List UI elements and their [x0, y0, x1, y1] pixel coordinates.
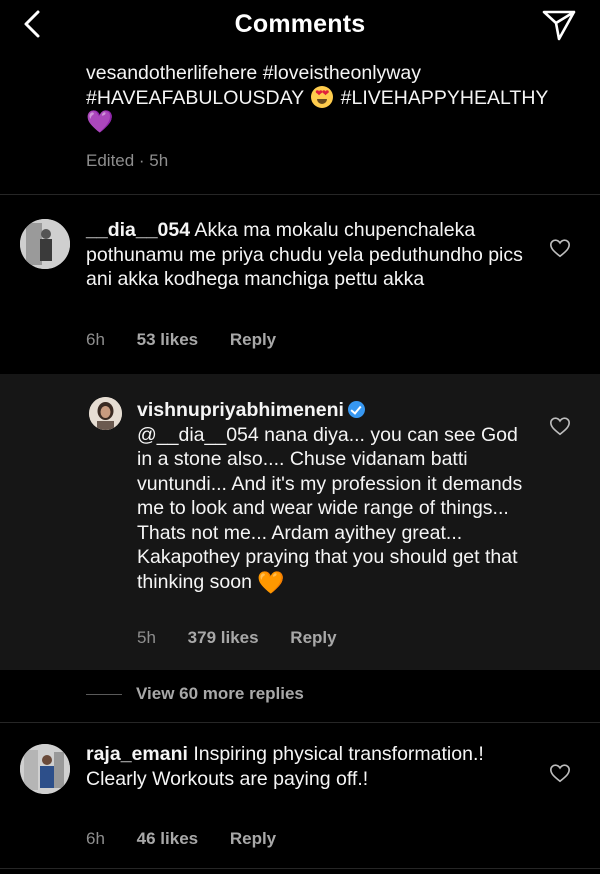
- like-heart-icon[interactable]: [549, 762, 571, 784]
- avatar-vishnupriyabhimeneni[interactable]: [89, 397, 122, 430]
- comment-body: raja_emani Inspiring physical transforma…: [86, 742, 526, 791]
- reply-button[interactable]: Reply: [230, 330, 276, 349]
- like-heart-icon[interactable]: [549, 415, 571, 437]
- avatar-dia-054[interactable]: [20, 219, 70, 269]
- comment-time: 6h: [86, 829, 105, 848]
- like-heart-icon[interactable]: [549, 237, 571, 259]
- likes-count[interactable]: 53 likes: [137, 330, 198, 349]
- likes-count[interactable]: 379 likes: [188, 628, 259, 647]
- caption-line-2: #HAVEAFABULOUSDAY #LIVEHAPPYHEALTHY: [86, 85, 586, 111]
- reply-text: nana diya... you can see God in a stone …: [137, 423, 523, 593]
- caption-line-1: vesandotherlifehere #loveistheonlyway: [86, 62, 421, 84]
- divider: [0, 194, 600, 195]
- reply-username[interactable]: vishnupriyabhimeneni: [137, 399, 344, 421]
- replies-dash: [86, 694, 122, 696]
- orange-heart-emoji: 🧡: [257, 569, 285, 595]
- send-icon[interactable]: [540, 6, 578, 42]
- hashtag-livehappyhealthy[interactable]: #LIVEHAPPYHEALTHY: [335, 87, 549, 109]
- mention-link[interactable]: @__dia__054: [137, 424, 259, 446]
- purple-heart-emoji: 💜: [86, 109, 114, 134]
- avatar-image: [20, 219, 70, 269]
- post-caption: vesandotherlifehere #loveistheonlyway #H…: [86, 61, 586, 136]
- divider: [0, 868, 600, 869]
- reply-time: 5h: [137, 628, 156, 647]
- comment-time: 6h: [86, 330, 105, 349]
- caption-line-3: 💜: [86, 109, 586, 136]
- page-title: Comments: [234, 10, 366, 38]
- divider: [0, 722, 600, 723]
- reply-body: vishnupriyabhimeneni @__dia__054 nana di…: [137, 398, 527, 595]
- view-more-label: View 60 more replies: [136, 684, 304, 703]
- hashtag-haveafabulousday[interactable]: #HAVEAFABULOUSDAY: [86, 87, 304, 109]
- verified-badge-icon: [347, 401, 365, 418]
- view-more-replies[interactable]: View 60 more replies: [86, 684, 304, 704]
- comment-username[interactable]: __dia__054: [86, 219, 190, 241]
- caption-edited-time: Edited · 5h: [86, 151, 169, 170]
- avatar-image: [20, 744, 70, 794]
- reply-meta: 5h 379 likes Reply: [137, 628, 364, 648]
- likes-count[interactable]: 46 likes: [137, 829, 198, 848]
- avatar-image: [89, 397, 122, 430]
- comment-username[interactable]: raja_emani: [86, 743, 188, 765]
- reply-button[interactable]: Reply: [230, 829, 276, 848]
- comment-meta: 6h 46 likes Reply: [86, 829, 303, 849]
- avatar-raja-emani[interactable]: [20, 744, 70, 794]
- header: Comments: [0, 0, 600, 52]
- heart-eyes-emoji-icon: [311, 85, 334, 108]
- reply-button[interactable]: Reply: [290, 628, 336, 647]
- comment-meta: 6h 53 likes Reply: [86, 330, 303, 350]
- comment-body: __dia__054 Akka ma mokalu chupenchaleka …: [86, 218, 526, 292]
- caption-meta: Edited · 5h: [86, 151, 195, 171]
